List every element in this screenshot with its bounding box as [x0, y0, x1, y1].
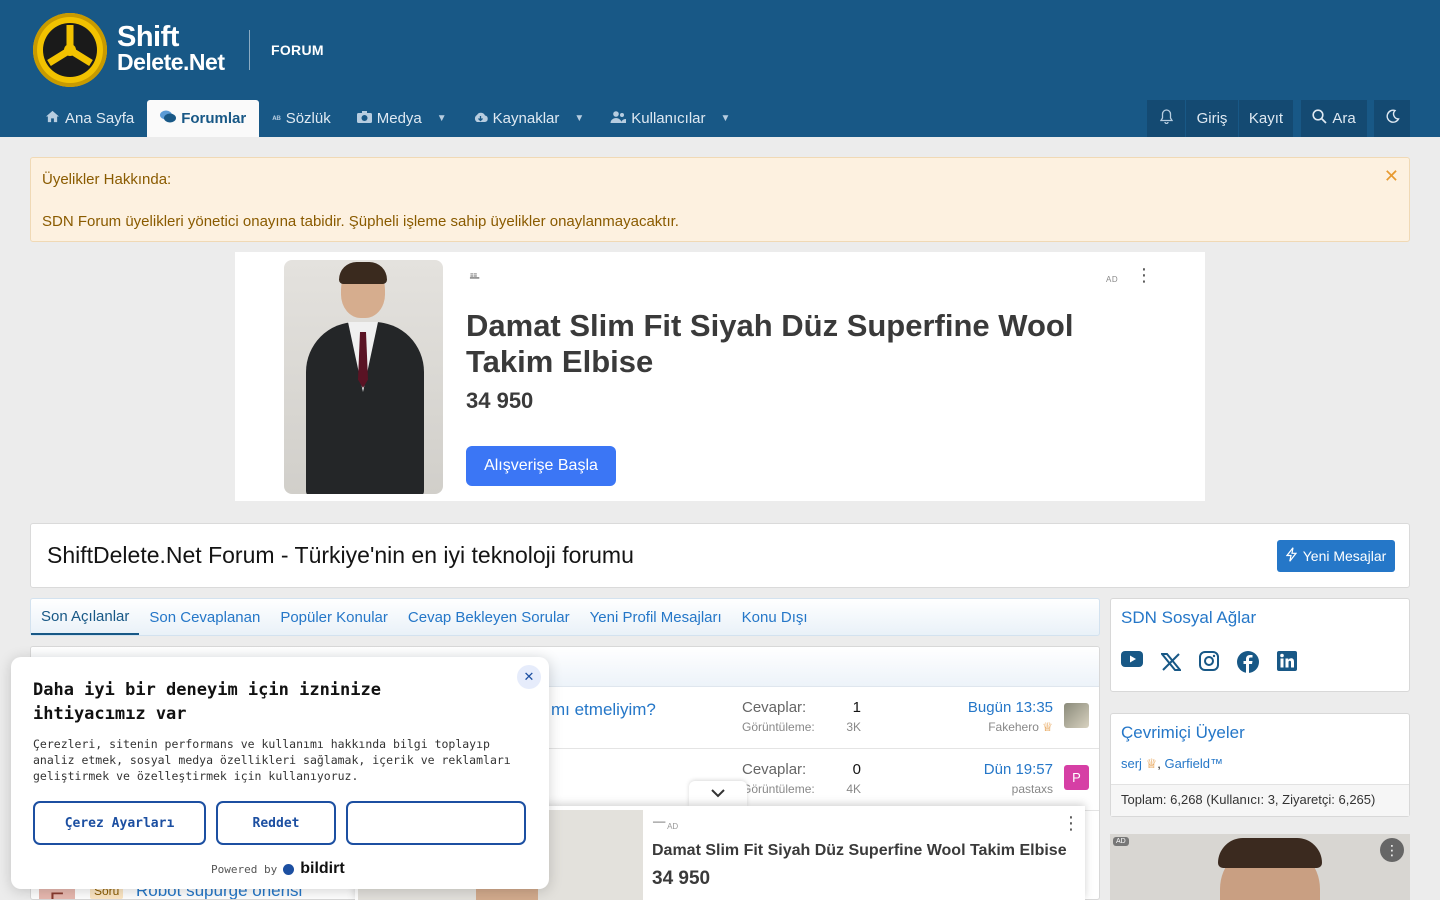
membership-notice: Üyelikler Hakkında: SDN Forum üyelikleri… [30, 157, 1410, 242]
user-nav: Giriş Kayıt [1147, 100, 1293, 137]
crown-icon: ♕ [1042, 720, 1053, 734]
register-button[interactable]: Kayıt [1239, 100, 1293, 137]
avatar[interactable]: P [1064, 765, 1089, 790]
cookie-reject-button[interactable]: Reddet [216, 801, 336, 845]
online-total: Toplam: 6,268 (Kullanıcı: 3, Ziyaretçi: … [1111, 784, 1409, 816]
thread-tabs: Son Açılanlar Son Cevaplanan Popüler Kon… [30, 598, 1100, 636]
site-header: Shift Delete.Net FORUM Ana Sayfa Forumla… [0, 0, 1440, 137]
ad-price: 34 950 [652, 868, 711, 889]
search-button[interactable]: Ara [1301, 100, 1367, 137]
nav-dictionary[interactable]: ᴬᴮ Sözlük [259, 100, 344, 137]
more-options-icon[interactable]: ⋮ [1135, 266, 1153, 284]
last-poster[interactable]: pastaxs [1012, 782, 1053, 796]
camera-icon [356, 110, 372, 127]
login-button[interactable]: Giriş [1186, 100, 1238, 137]
logo-wordmark: Shift Delete.Net [117, 21, 225, 75]
notifications-button[interactable] [1147, 100, 1185, 137]
close-icon[interactable]: ✕ [1384, 166, 1399, 187]
chevron-down-icon[interactable]: ▼ [574, 113, 584, 124]
thread-title[interactable]: mı etmeliyim? [551, 700, 656, 720]
ad-badge: AD [1106, 275, 1119, 284]
nav-forums[interactable]: Forumlar [147, 100, 260, 137]
user-link[interactable]: Garfield™ [1164, 756, 1223, 771]
cookie-text: Çerezleri, sitenin performans ve kullanı… [33, 737, 511, 783]
nav-media[interactable]: Medya ▼ [344, 100, 460, 137]
social-widget: SDN Sosyal Ağlar [1110, 598, 1410, 692]
tab-popular[interactable]: Popüler Konular [270, 599, 398, 635]
sidebar-advertisement[interactable]: AD ⋮ [1110, 834, 1410, 900]
widget-title: Çevrimiçi Üyeler [1121, 723, 1245, 742]
instagram-icon[interactable] [1199, 651, 1219, 678]
collapse-ad-button[interactable] [689, 781, 747, 807]
bell-icon [1159, 109, 1173, 128]
nav-resources[interactable]: Kaynaklar ▼ [460, 100, 598, 137]
main-nav: Ana Sayfa Forumlar ᴬᴮ Sözlük Medya ▼ Kay… [32, 100, 743, 137]
comments-icon [160, 110, 177, 127]
ad-title[interactable]: Damat Slim Fit Siyah Düz Superfine Wool … [466, 308, 1106, 380]
close-icon[interactable]: ✕ [517, 665, 541, 689]
cookie-accept-button[interactable] [346, 801, 526, 845]
tab-unanswered[interactable]: Cevap Bekleyen Sorular [398, 599, 580, 635]
ad-badge: AD [1113, 837, 1129, 846]
facebook-icon[interactable] [1237, 651, 1259, 678]
users-icon [610, 110, 627, 127]
tab-off-topic[interactable]: Konu Dışı [732, 599, 818, 635]
ad-title[interactable]: Damat Slim Fit Siyah Düz Superfine Wool … [652, 842, 1067, 860]
avatar[interactable] [1064, 703, 1089, 728]
section-title: FORUM [271, 42, 324, 58]
bildirt-logo-icon [283, 863, 295, 875]
chevron-down-icon[interactable]: ▼ [437, 113, 447, 124]
notice-title: Üyelikler Hakkında: [42, 171, 172, 188]
site-logo[interactable]: Shift Delete.Net [33, 13, 233, 87]
page-title: ShiftDelete.Net Forum - Türkiye'nin en i… [47, 542, 634, 568]
tab-profile-posts[interactable]: Yeni Profil Mesajları [580, 599, 732, 635]
home-icon [45, 110, 60, 127]
tab-latest-replies[interactable]: Son Cevaplanan [139, 599, 270, 635]
logo-emblem-icon [33, 13, 107, 87]
last-post-time[interactable]: Bugün 13:35 [968, 699, 1053, 716]
chevron-down-icon[interactable]: ▼ [720, 113, 730, 124]
user-link[interactable]: serj [1121, 756, 1142, 771]
page-title-bar: ShiftDelete.Net Forum - Türkiye'nin en i… [30, 523, 1410, 588]
tab-latest[interactable]: Son Açılanlar [31, 599, 140, 635]
advertisement-banner[interactable]: ≡≡ ▔▔ AD ⋮ Damat Slim Fit Siyah Düz Super… [235, 252, 1205, 501]
nav-home[interactable]: Ana Sayfa [32, 100, 147, 137]
notice-text: SDN Forum üyelikleri yönetici onayına ta… [42, 213, 679, 230]
online-members-widget: Çevrimiçi Üyeler serj ♕, Garfield™ Topla… [1110, 713, 1410, 817]
header-divider [249, 30, 250, 70]
nav-users[interactable]: Kullanıcılar ▼ [597, 100, 743, 137]
cookie-title: Daha iyi bir deneyim için izninize ihtiy… [33, 680, 381, 724]
chevron-down-icon [710, 785, 726, 803]
youtube-icon[interactable] [1121, 651, 1143, 678]
new-posts-button[interactable]: Yeni Mesajlar [1277, 540, 1395, 572]
cookie-consent-dialog: Daha iyi bir deneyim için izninize ihtiy… [11, 657, 549, 889]
moon-icon [1385, 109, 1400, 128]
last-post-time[interactable]: Dün 19:57 [984, 761, 1053, 778]
powered-by[interactable]: Powered by bildirt [211, 860, 345, 878]
theme-toggle-button[interactable] [1374, 100, 1410, 137]
ad-price: 34 950 [466, 388, 534, 413]
search-icon [1312, 109, 1327, 128]
linkedin-icon[interactable] [1277, 651, 1297, 678]
advertiser-logo: ≡≡ ▔▔ [470, 273, 480, 285]
more-options-icon[interactable]: ⋮ [1062, 814, 1080, 832]
widget-title: SDN Sosyal Ağlar [1121, 608, 1257, 627]
more-options-icon[interactable]: ⋮ [1380, 838, 1404, 862]
online-user-list: serj ♕, Garfield™ [1121, 756, 1223, 771]
last-poster[interactable]: Fakehero ♕ [988, 720, 1053, 734]
cloud-download-icon [473, 110, 488, 127]
x-icon[interactable] [1159, 653, 1183, 678]
cookie-settings-button[interactable]: Çerez Ayarları [33, 801, 206, 845]
ad-badge: ▔▔ AD [653, 822, 679, 831]
bolt-icon [1285, 547, 1297, 565]
ad-cta-button[interactable]: Alışverişe Başla [466, 446, 616, 486]
crown-icon: ♕ [1145, 756, 1158, 771]
dictionary-icon: ᴬᴮ [272, 113, 281, 124]
product-image [284, 260, 443, 494]
